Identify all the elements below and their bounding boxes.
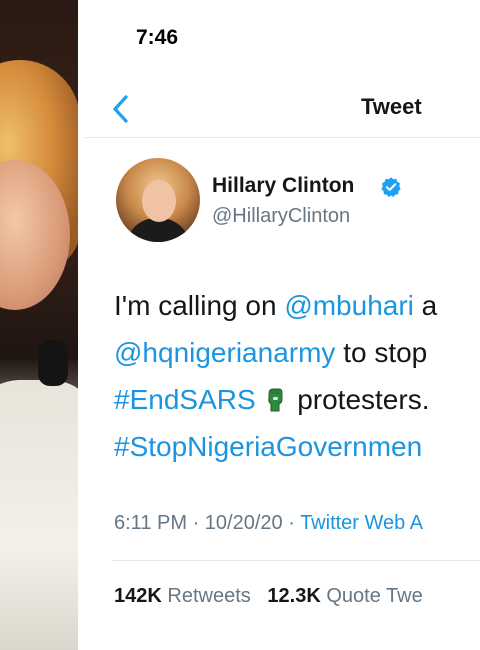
- raised-fist-emoji-icon: [268, 388, 283, 412]
- status-bar-time: 7:46: [136, 26, 179, 49]
- avatar[interactable]: [116, 158, 200, 242]
- tweet-line-1: I'm calling on @mbuhari a: [114, 290, 438, 321]
- tweet-time: 6:11 PM: [114, 512, 187, 534]
- tweet-date: 10/20/20: [204, 512, 283, 534]
- nav-divider: [84, 137, 480, 138]
- author-name[interactable]: Hillary Clinton: [212, 174, 354, 198]
- mention-mbuhari[interactable]: @mbuhari: [284, 290, 414, 321]
- photo-jacket: [0, 380, 78, 650]
- tweet-line-4: #StopNigeriaGovernmen: [114, 423, 480, 470]
- chevron-left-icon: [113, 95, 128, 123]
- tweet-source-link[interactable]: Twitter Web A: [300, 512, 423, 534]
- meta-divider: [112, 560, 480, 561]
- verified-badge-icon: [381, 177, 401, 198]
- tweet-line-3: #EndSARS protesters.: [114, 384, 430, 415]
- tweet-screenshot: 7:46 Tweet Hillary Clinton @HillaryClint…: [84, 0, 480, 650]
- hashtag-endsars[interactable]: #EndSARS: [114, 384, 256, 415]
- retweets-stat[interactable]: 142K Retweets: [114, 585, 251, 607]
- tweet-meta: 6:11 PM · 10/20/20 · Twitter Web A: [114, 512, 424, 534]
- author-handle[interactable]: @HillaryClinton: [212, 205, 350, 228]
- mention-hqnigerianarmy[interactable]: @hqnigerianarmy: [114, 337, 335, 368]
- back-button[interactable]: [106, 92, 136, 126]
- nav-bar: Tweet: [84, 82, 480, 134]
- page-title: Tweet: [361, 94, 422, 119]
- tweet-body: I'm calling on @mbuhari a @hqnigerianarm…: [114, 282, 480, 470]
- tweet-stats: 142K Retweets 12.3K Quote Twe: [114, 585, 423, 608]
- quote-tweets-stat[interactable]: 12.3K Quote Twe: [267, 585, 422, 607]
- hashtag-stopnigeriagovernment[interactable]: #StopNigeriaGovernmen: [114, 431, 422, 462]
- microphone: [38, 340, 68, 386]
- speaker-photo: [0, 0, 78, 650]
- tweet-line-2: @hqnigerianarmy to stop: [114, 337, 428, 368]
